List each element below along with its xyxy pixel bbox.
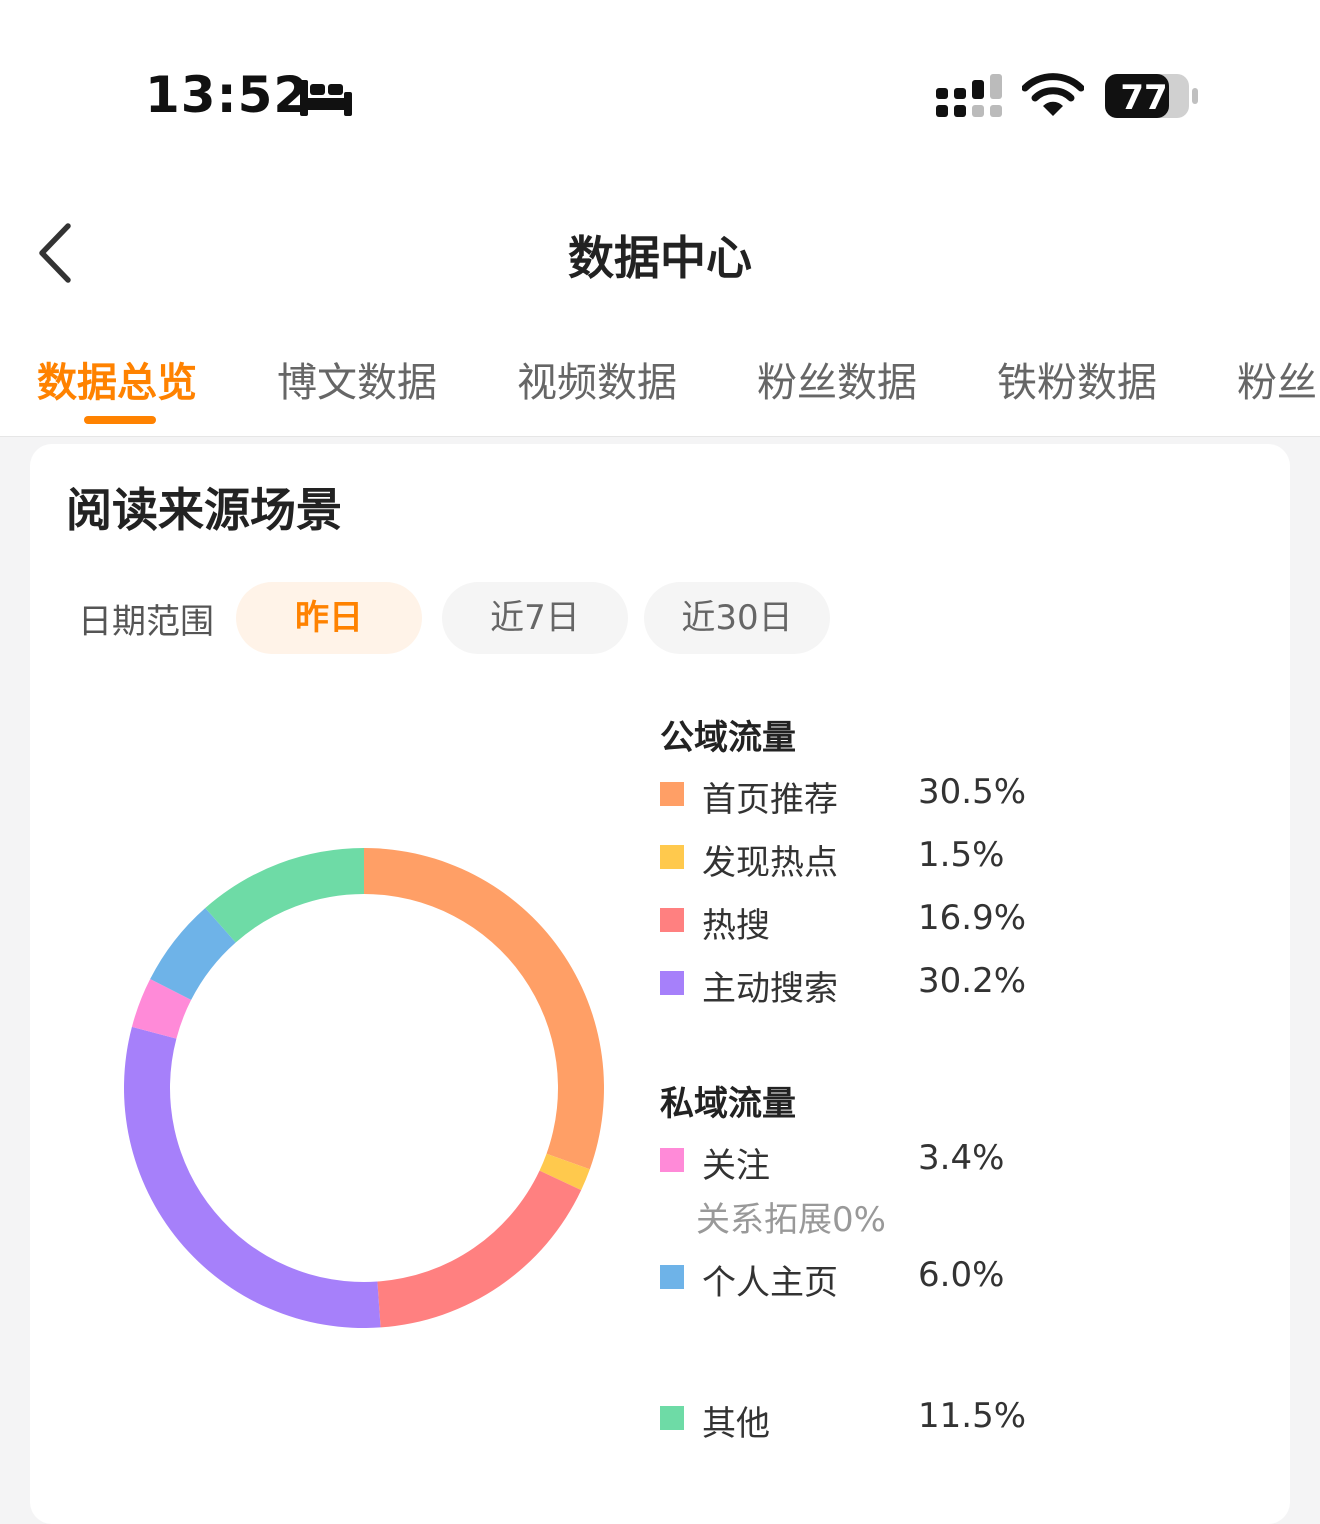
legend-label-3: 主动搜索: [702, 969, 838, 1009]
tab-iron-fans-data[interactable]: 铁粉数据: [997, 350, 1157, 408]
legend-swatch-6: [660, 1406, 684, 1430]
relation-expand-note: 关系拓展0%: [696, 1200, 886, 1240]
active-tab-indicator: [84, 416, 156, 424]
donut-slice-3: [123, 1026, 381, 1328]
read-source-card: 阅读来源场景 日期范围 昨日 近7日 近30日 公域流量 首页推荐 30.5% …: [30, 444, 1290, 1524]
private-traffic-title: 私域流量: [660, 1084, 796, 1124]
legend-label-4: 关注: [702, 1146, 770, 1186]
donut-chart: [123, 848, 604, 1328]
card-title: 阅读来源场景: [66, 483, 342, 537]
legend-label-5: 个人主页: [702, 1263, 838, 1303]
tab-overview[interactable]: 数据总览: [37, 350, 197, 408]
battery-level: 77: [1120, 78, 1167, 118]
donut-slice-0: [364, 848, 604, 1170]
legend-value-6: 11.5%: [918, 1396, 1027, 1436]
legend-swatch-2: [660, 908, 684, 932]
legend-value-2: 16.9%: [918, 898, 1027, 938]
legend-swatch-1: [660, 845, 684, 869]
page-title: 数据中心: [568, 231, 752, 285]
legend-value-5: 6.0%: [918, 1255, 1005, 1295]
range-7-days-button[interactable]: 近7日: [442, 582, 628, 654]
legend-label-6: 其他: [702, 1404, 770, 1444]
battery-icon: 77: [1105, 74, 1198, 118]
donut-slice-2: [377, 1170, 582, 1328]
donut-slice-6: [205, 848, 364, 943]
legend-swatch-3: [660, 971, 684, 995]
legend-value-3: 30.2%: [918, 961, 1027, 1001]
legend-value-1: 1.5%: [918, 835, 1005, 875]
public-traffic-title: 公域流量: [660, 718, 796, 758]
status-time: 13:52: [145, 66, 310, 124]
tab-fans-more[interactable]: 粉丝: [1237, 350, 1317, 408]
legend-label-2: 热搜: [702, 906, 770, 946]
range-yesterday-button[interactable]: 昨日: [236, 582, 422, 654]
legend-value-0: 30.5%: [918, 772, 1027, 812]
legend-label-1: 发现热点: [702, 843, 838, 883]
tab-bar: 数据总览 博文数据 视频数据 粉丝数据 铁粉数据 粉丝: [0, 340, 1320, 436]
legend-swatch-5: [660, 1265, 684, 1289]
top-bar: 13:52 77 数据中心 数据总览 博文数据 视频数据 粉丝数据 铁粉数据 粉…: [0, 0, 1320, 437]
wifi-icon: [1022, 73, 1084, 116]
sleep-focus-icon: [300, 80, 352, 116]
tab-divider: [0, 436, 1320, 437]
tab-fans-data[interactable]: 粉丝数据: [757, 350, 917, 408]
date-range-label: 日期范围: [78, 602, 214, 642]
range-30-days-button[interactable]: 近30日: [644, 582, 830, 654]
legend-swatch-0: [660, 782, 684, 806]
legend-swatch-4: [660, 1148, 684, 1172]
cellular-signal-icon: [936, 74, 1002, 117]
legend-value-4: 3.4%: [918, 1138, 1005, 1178]
legend-label-0: 首页推荐: [702, 780, 838, 820]
tab-post-data[interactable]: 博文数据: [277, 350, 437, 408]
tab-video-data[interactable]: 视频数据: [517, 350, 677, 408]
